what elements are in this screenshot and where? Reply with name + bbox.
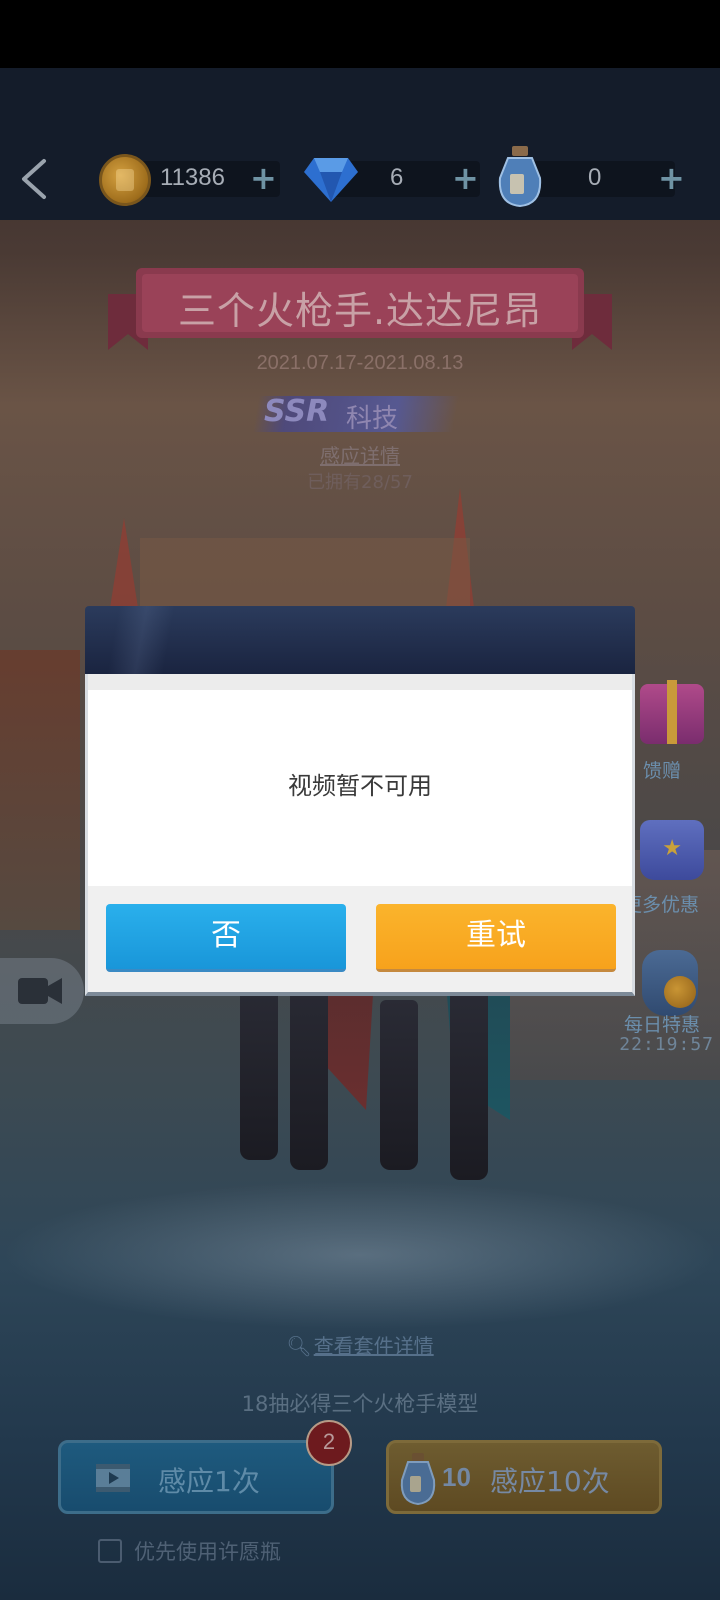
no-button[interactable]: 否 (106, 904, 346, 972)
retry-button[interactable]: 重试 (376, 904, 616, 972)
status-bar (0, 0, 720, 68)
video-unavailable-dialog: 视频暂不可用 否 重试 (85, 606, 635, 996)
dialog-header-shine (101, 606, 181, 674)
dialog-top-strip (88, 674, 632, 690)
dialog-message: 视频暂不可用 (288, 772, 432, 800)
dialog-footer: 否 重试 (88, 886, 632, 992)
dialog-header (85, 606, 635, 674)
dialog-body: 视频暂不可用 否 重试 (85, 674, 635, 996)
